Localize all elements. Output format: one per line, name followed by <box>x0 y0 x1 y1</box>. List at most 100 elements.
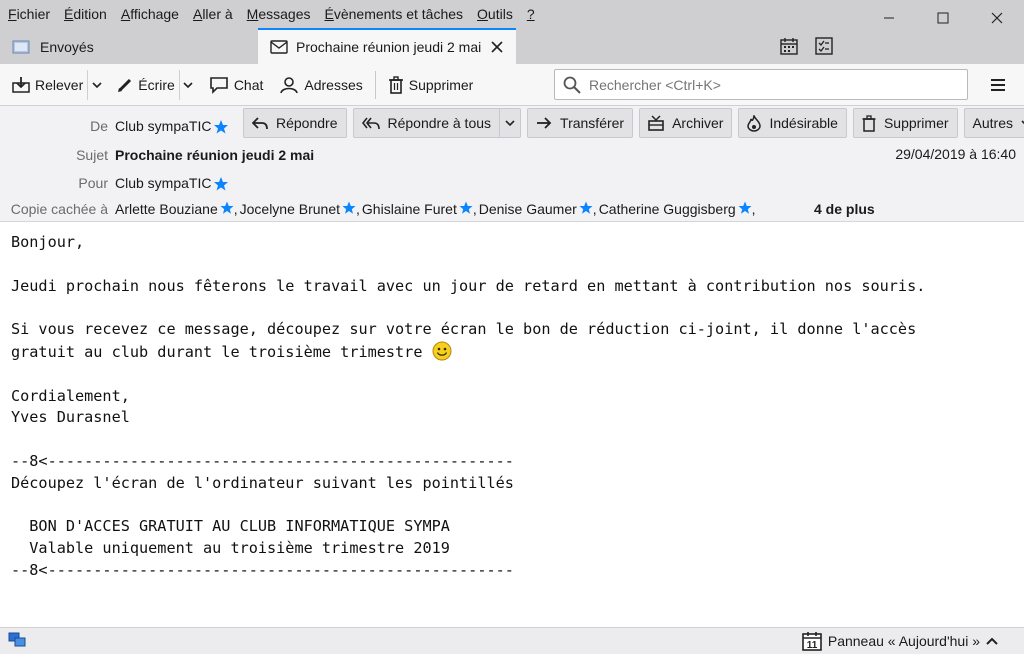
tab-envoyes-label: Envoyés <box>40 39 94 55</box>
message-body: Bonjour, Jeudi prochain nous fêterons le… <box>11 232 1011 582</box>
calendar-icon <box>780 38 798 55</box>
trash-icon <box>862 114 876 132</box>
close-icon <box>491 41 503 53</box>
toolbar-separator <box>374 70 376 99</box>
from-label: De <box>90 118 108 134</box>
relever-button[interactable]: Relever <box>8 70 87 100</box>
envelope-icon <box>270 40 288 54</box>
maximize-button[interactable] <box>916 0 970 36</box>
download-mail-icon <box>12 76 30 93</box>
chevron-down-icon <box>92 81 102 88</box>
star-icon[interactable] <box>342 201 356 214</box>
repondre-tous-button[interactable]: Répondre à tous <box>352 108 500 138</box>
from-value[interactable]: Club sympaTIC <box>115 118 229 134</box>
main-toolbar: Relever Écrire Chat Adresses Supprimer <box>0 64 1024 106</box>
reply-all-icon <box>361 117 380 130</box>
body-line: BON D'ACCES GRATUIT AU CLUB INFORMATIQUE… <box>11 517 450 536</box>
tab-message[interactable]: Prochaine réunion jeudi 2 mai <box>258 28 516 64</box>
ecrire-dropdown[interactable] <box>178 69 197 100</box>
relever-dropdown[interactable] <box>87 69 105 100</box>
star-icon[interactable] <box>220 201 234 214</box>
repondre-tous-group: Répondre à tous <box>352 108 522 138</box>
menu-edition[interactable]: Édition <box>64 6 107 22</box>
autres-button[interactable]: Autres <box>963 108 1024 138</box>
menu-bar: Fichier Édition Affichage Aller à Messag… <box>0 0 549 28</box>
repondre-button[interactable]: Répondre <box>243 108 347 138</box>
tab-message-label: Prochaine réunion jeudi 2 mai <box>296 39 481 55</box>
tab-close-button[interactable] <box>489 39 505 55</box>
today-pane-toggle[interactable]: 11 Panneau « Aujourd'hui » <box>802 631 998 651</box>
message-date: 29/04/2019 à 16:40 <box>895 146 1016 162</box>
star-icon[interactable] <box>738 201 752 214</box>
folder-icon <box>12 40 30 54</box>
bcc-recipient[interactable]: Jocelyne Brunet, <box>240 201 360 217</box>
forward-icon <box>537 117 552 129</box>
star-icon[interactable] <box>579 201 593 214</box>
star-icon[interactable] <box>213 119 229 134</box>
menu-outils[interactable]: Outils <box>477 6 513 22</box>
search-icon <box>563 76 581 94</box>
to-value[interactable]: Club sympaTIC <box>115 175 229 191</box>
chevron-up-icon <box>986 637 998 645</box>
search-input[interactable] <box>589 76 949 93</box>
body-line: --8<------------------------------------… <box>11 451 514 470</box>
menu-messages[interactable]: Messages <box>247 6 311 22</box>
archiver-button[interactable]: Archiver <box>639 108 733 138</box>
header-supprimer-button[interactable]: Supprimer <box>852 108 958 138</box>
network-status-icon <box>8 632 26 647</box>
search-box[interactable] <box>554 69 968 100</box>
calendar-tab-button[interactable] <box>777 34 801 58</box>
archive-icon <box>648 115 664 131</box>
menu-aide[interactable]: ? <box>527 6 535 22</box>
indesirable-button[interactable]: Indésirable <box>738 108 847 138</box>
bcc-recipient[interactable]: Denise Gaumer, <box>479 201 597 217</box>
menu-aller-a[interactable]: Aller à <box>193 6 233 22</box>
body-line: Cordialement, <box>11 386 130 405</box>
menu-fichier[interactable]: Fichier <box>8 6 50 22</box>
junk-flame-icon <box>747 114 762 132</box>
adresses-button[interactable]: Adresses <box>275 70 366 100</box>
hamburger-menu-icon <box>991 79 1005 91</box>
svg-text:11: 11 <box>807 640 818 651</box>
transferer-button[interactable]: Transférer <box>527 108 634 138</box>
tasks-tab-button[interactable] <box>812 34 836 58</box>
message-header: De Club sympaTIC Répondre Répondre à tou… <box>0 106 1024 222</box>
minimize-button[interactable] <box>862 0 916 36</box>
bcc-list: Arlette Bouziane, Jocelyne Brunet, Ghisl… <box>115 201 758 217</box>
body-line: Découpez l'écran de l'ordinateur suivant… <box>11 473 514 492</box>
tasks-icon <box>815 37 833 55</box>
star-icon[interactable] <box>459 201 473 214</box>
star-icon[interactable] <box>213 176 229 191</box>
supprimer-button[interactable]: Supprimer <box>384 70 478 100</box>
bcc-more-link[interactable]: 4 de plus <box>814 201 875 217</box>
chat-button[interactable]: Chat <box>205 70 268 100</box>
menu-evenements[interactable]: Évènements et tâches <box>325 6 464 22</box>
to-label: Pour <box>78 175 108 191</box>
body-line: Bonjour, <box>11 233 85 251</box>
tab-envoyes[interactable]: Envoyés <box>0 30 258 64</box>
menu-affichage[interactable]: Affichage <box>121 6 179 22</box>
bcc-recipient[interactable]: Ghislaine Furet, <box>362 201 477 217</box>
minimize-icon <box>884 17 894 19</box>
chevron-down-icon <box>505 120 515 126</box>
bcc-recipient[interactable]: Catherine Guggisberg, <box>599 201 756 217</box>
chat-bubble-icon <box>210 76 228 94</box>
subject-label: Sujet <box>76 147 108 163</box>
close-button[interactable] <box>970 0 1024 36</box>
repondre-tous-dropdown[interactable] <box>499 108 522 138</box>
app-menu-button[interactable] <box>988 75 1008 95</box>
reply-icon <box>252 117 268 130</box>
address-book-icon <box>280 76 299 93</box>
title-bar: Fichier Édition Affichage Aller à Messag… <box>0 0 1024 64</box>
ecrire-button[interactable]: Écrire <box>113 70 179 100</box>
header-actions: Répondre Répondre à tous Transférer Arch… <box>243 108 1024 138</box>
pencil-icon <box>118 78 132 92</box>
bcc-recipient[interactable]: Arlette Bouziane, <box>115 201 238 217</box>
bcc-label: Copie cachée à <box>10 201 108 217</box>
body-line-with-smiley: gratuit au club durant le troisième trim… <box>11 341 1011 364</box>
subject-value: Prochaine réunion jeudi 2 mai <box>115 147 315 163</box>
calendar-day-icon: 11 <box>802 632 822 651</box>
body-line: Yves Durasnel <box>11 408 130 427</box>
online-status[interactable] <box>8 632 26 651</box>
close-icon <box>991 12 1003 24</box>
